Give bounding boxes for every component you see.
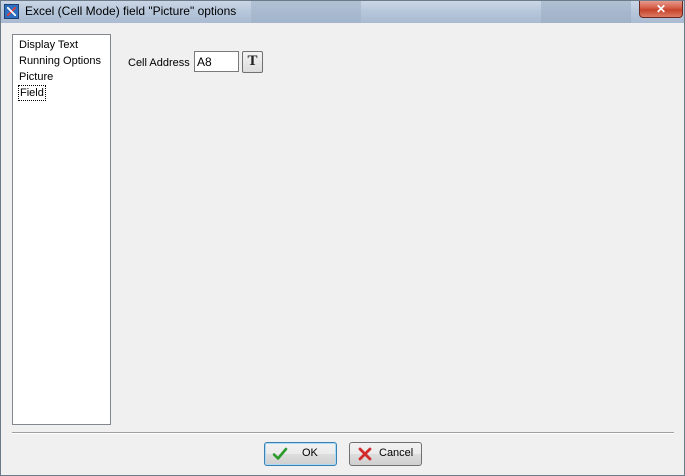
titlebar-background [541, 1, 631, 23]
list-item-running-options[interactable]: Running Options [19, 54, 101, 68]
cell-address-input[interactable] [194, 51, 239, 72]
cell-address-label: Cell Address [128, 57, 190, 69]
options-category-list[interactable]: Display Text Running Options Picture Fie… [12, 34, 111, 425]
checkmark-icon [272, 447, 288, 460]
titlebar-background [251, 1, 361, 23]
text-format-button[interactable]: T [242, 51, 263, 73]
list-item-display-text[interactable]: Display Text [19, 38, 78, 52]
list-item-picture[interactable]: Picture [19, 70, 53, 84]
x-icon [358, 447, 372, 461]
dialog-window: Excel (Cell Mode) field "Picture" option… [0, 0, 685, 476]
window-title: Excel (Cell Mode) field "Picture" option… [25, 4, 237, 18]
list-item-field[interactable]: Field [18, 85, 46, 101]
cancel-button[interactable]: Cancel [349, 442, 422, 466]
ok-button[interactable]: OK [264, 442, 337, 466]
close-button[interactable]: ✕ [639, 1, 683, 18]
app-icon [4, 4, 19, 19]
title-bar[interactable]: Excel (Cell Mode) field "Picture" option… [1, 1, 684, 23]
cancel-label: Cancel [379, 447, 414, 459]
footer-separator [12, 432, 674, 434]
ok-label: OK [302, 447, 318, 459]
